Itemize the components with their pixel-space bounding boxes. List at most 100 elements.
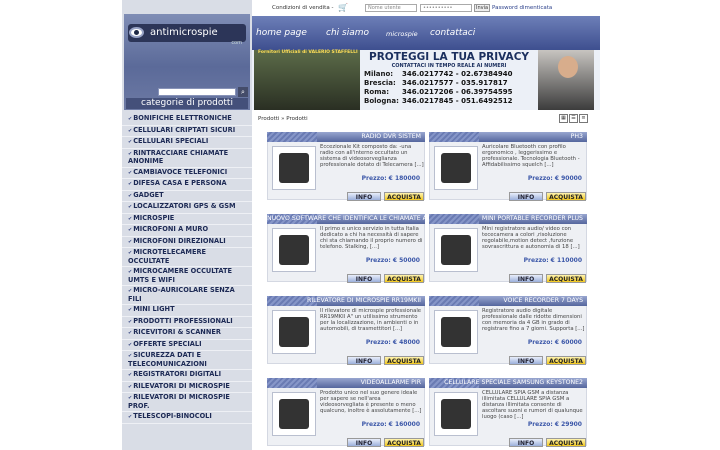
product-photo xyxy=(279,153,309,183)
categories-heading: categorie di prodotti xyxy=(126,98,248,109)
category-list: BONIFICHE ELETTRONICHECELLULARI CRIPTATI… xyxy=(122,114,252,424)
category-link[interactable]: MICROSPIE xyxy=(122,214,252,225)
product-title[interactable]: RILEVATORE DI MICROSPIE RR19MKII xyxy=(267,296,425,306)
product-image[interactable] xyxy=(272,392,316,436)
product-title[interactable]: CELLULARE SPECIALE SAMSUNG KEYSTONE2 xyxy=(429,378,587,388)
category-link[interactable]: PRODOTTI PROFESSIONALI xyxy=(122,317,252,328)
product-actions: INFO ACQUISTA xyxy=(344,438,424,447)
category-link[interactable]: REGISTRATORI DIGITALI xyxy=(122,370,252,382)
buy-button[interactable]: ACQUISTA xyxy=(384,274,424,283)
product-title[interactable]: RADIO DVR SISTEM xyxy=(267,132,425,142)
product-title[interactable]: VOICE RECORDER 7 DAYS xyxy=(429,296,587,306)
product-card: MINI PORTABLE RECORDER PLUS Mini registra… xyxy=(429,214,587,283)
product-title[interactable]: PH3 xyxy=(429,132,587,142)
product-image[interactable] xyxy=(434,392,478,436)
password-input[interactable]: •••••••••• xyxy=(420,4,472,12)
product-photo xyxy=(441,153,471,183)
top-bar: Condizioni di vendita - 🛒 Nome utente ••… xyxy=(252,0,600,16)
buy-button[interactable]: ACQUISTA xyxy=(546,192,586,201)
product-price: Prezzo: € 90000 xyxy=(527,175,582,182)
breadcrumb[interactable]: Prodotti » Prodotti xyxy=(258,116,308,122)
info-button[interactable]: INFO xyxy=(347,438,381,447)
product-title-text: MINI PORTABLE RECORDER PLUS xyxy=(481,215,583,222)
category-link[interactable]: MICROTELECAMERE OCCULTATE xyxy=(122,248,252,267)
list-view-icon[interactable]: ☰ xyxy=(569,114,578,123)
buy-button[interactable]: ACQUISTA xyxy=(546,438,586,447)
product-actions: INFO ACQUISTA xyxy=(506,438,586,447)
info-button[interactable]: INFO xyxy=(509,274,543,283)
category-link[interactable]: RICEVITORI & SCANNER xyxy=(122,328,252,340)
product-title[interactable]: NUOVO SOFTWARE CHE IDENTIFICA LE CHIAMAT… xyxy=(267,214,425,224)
site-logo-block: antimicrospie com ⌕ categorie di prodott… xyxy=(124,14,250,110)
product-price: Prezzo: € 110000 xyxy=(523,257,582,264)
brand-logo[interactable]: antimicrospie xyxy=(128,24,246,42)
category-link[interactable]: CAMBIAVOCE TELEFONICI xyxy=(122,168,252,179)
info-button[interactable]: INFO xyxy=(509,192,543,201)
info-button[interactable]: INFO xyxy=(509,356,543,365)
category-link[interactable]: DIFESA CASA E PERSONA xyxy=(122,179,252,191)
category-link[interactable]: TELESCOPI-BINOCOLI xyxy=(122,412,252,424)
category-link[interactable]: MICROFONI A MURO xyxy=(122,225,252,237)
product-body: Registratore audio digitale professional… xyxy=(429,306,587,365)
product-image[interactable] xyxy=(272,146,316,190)
cart-icon[interactable]: 🛒 xyxy=(338,3,350,12)
buy-button[interactable]: ACQUISTA xyxy=(384,356,424,365)
category-link[interactable]: RILEVATORI DI MICROSPIE xyxy=(122,382,252,393)
buy-button[interactable]: ACQUISTA xyxy=(546,274,586,283)
category-link[interactable]: MICRO-AURICOLARE SENZA FILI xyxy=(122,286,252,305)
product-price: Prezzo: € 160000 xyxy=(361,421,420,428)
category-link[interactable]: RINTRACCIARE CHIAMATE ANONIME xyxy=(122,149,252,168)
product-image[interactable] xyxy=(272,228,316,272)
grid-view-icon[interactable]: ▦ xyxy=(559,114,568,123)
category-link[interactable]: MICROCAMERE OCCULTATE UMTS E WIFI xyxy=(122,267,252,286)
left-sidebar: antimicrospie com ⌕ categorie di prodott… xyxy=(122,0,252,450)
view-toggle: ▦ ☰ ≡ xyxy=(558,114,588,123)
buy-button[interactable]: ACQUISTA xyxy=(384,192,424,201)
nav-home[interactable]: home page xyxy=(256,28,307,38)
product-title[interactable]: MINI PORTABLE RECORDER PLUS xyxy=(429,214,587,224)
category-link[interactable]: LOCALIZZATORI GPS & GSM xyxy=(122,202,252,214)
search-button[interactable]: ⌕ xyxy=(238,87,248,97)
category-link[interactable]: BONIFICHE ELETTRONICHE xyxy=(122,114,252,126)
nav-about[interactable]: chi siamo xyxy=(326,28,369,38)
buy-button[interactable]: ACQUISTA xyxy=(546,356,586,365)
product-title[interactable]: VIDEOALLARME PIR xyxy=(267,378,425,388)
username-input[interactable]: Nome utente xyxy=(365,4,417,12)
product-title-text: VOICE RECORDER 7 DAYS xyxy=(503,297,583,304)
category-link[interactable]: CELLULARI SPECIALI xyxy=(122,137,252,149)
buy-button[interactable]: ACQUISTA xyxy=(384,438,424,447)
category-link[interactable]: SICUREZZA DATI E TELECOMUNICAZIONI xyxy=(122,351,252,370)
product-description: Auricolare Bluetooth con profilo ergonom… xyxy=(482,144,580,168)
nav-microspie[interactable]: microspie xyxy=(386,30,418,38)
category-link[interactable]: RILEVATORI DI MICROSPIE PROF. xyxy=(122,393,252,412)
forgot-password-link[interactable]: Password dimenticata xyxy=(492,0,552,16)
banner-title: PROTEGGI LA TUA PRIVACY xyxy=(369,51,529,63)
phone-numbers: 346.0217742 - 02.67384940 xyxy=(402,70,513,78)
category-link[interactable]: GADGET xyxy=(122,191,252,202)
product-title-text: VIDEOALLARME PIR xyxy=(360,379,421,386)
login-button[interactable]: Invia xyxy=(474,4,490,12)
category-link[interactable]: OFFERTE SPECIALI xyxy=(122,340,252,351)
search-input[interactable] xyxy=(158,88,236,96)
category-link[interactable]: CELLULARI CRIPTATI SICURI xyxy=(122,126,252,137)
product-photo xyxy=(441,399,471,429)
info-button[interactable]: INFO xyxy=(347,274,381,283)
category-link[interactable]: MICROFONI DIREZIONALI xyxy=(122,237,252,248)
terms-link[interactable]: Condizioni di vendita - xyxy=(272,0,333,16)
nav-contact[interactable]: contattaci xyxy=(430,28,475,38)
product-description: CELLULARE SPIA GSM a distanza illimitata… xyxy=(482,390,583,420)
info-button[interactable]: INFO xyxy=(347,192,381,201)
product-image[interactable] xyxy=(434,310,478,354)
product-image[interactable] xyxy=(434,228,478,272)
product-body: Il primo e unico servizio in tutta Itali… xyxy=(267,224,425,283)
info-button[interactable]: INFO xyxy=(509,438,543,447)
compact-view-icon[interactable]: ≡ xyxy=(579,114,588,123)
phone-row: Roma: 346.0217206 - 06.39754595 xyxy=(364,88,513,97)
product-description: Registratore audio digitale professional… xyxy=(482,308,585,332)
eye-icon xyxy=(129,27,144,38)
product-image[interactable] xyxy=(272,310,316,354)
category-link[interactable]: MINI LIGHT xyxy=(122,305,252,317)
info-button[interactable]: INFO xyxy=(347,356,381,365)
product-image[interactable] xyxy=(434,146,478,190)
brand-suffix: com xyxy=(231,40,242,46)
